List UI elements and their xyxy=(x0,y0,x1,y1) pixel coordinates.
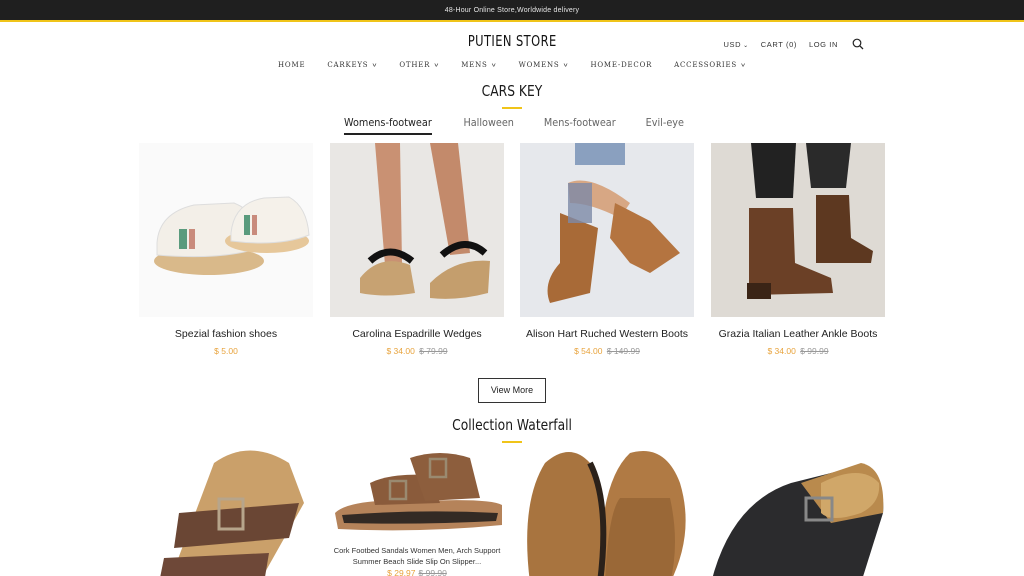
waterfall-item[interactable] xyxy=(520,443,696,576)
header-actions: USD ⌄ CART (0) LOG IN xyxy=(723,38,864,50)
product-card[interactable]: Grazia Italian Leather Ankle Boots $ 34.… xyxy=(711,143,885,360)
product-card[interactable]: Alison Hart Ruched Western Boots $ 54.00… xyxy=(520,143,694,360)
product-name[interactable]: Alison Hart Ruched Western Boots xyxy=(520,325,694,343)
product-price: $ 29.97 $ 99.90 xyxy=(330,568,504,576)
product-price: $ 54.00 $ 149.99 xyxy=(520,342,694,360)
nav-item-home[interactable]: HOME xyxy=(278,61,305,69)
nav-item-other[interactable]: OTHER v xyxy=(399,61,439,69)
nav-item-accessories[interactable]: ACCESSORIES v xyxy=(674,61,746,69)
price-old: $ 79.99 xyxy=(419,346,448,356)
nav-label: ACCESSORIES xyxy=(674,61,737,69)
waterfall-item[interactable] xyxy=(711,443,887,576)
price-current: $ 34.00 xyxy=(386,346,415,356)
view-more-button[interactable]: View More xyxy=(478,378,546,403)
currency-label: USD xyxy=(723,39,742,49)
chevron-down-icon: v xyxy=(372,62,378,68)
chevron-down-icon: v xyxy=(491,62,497,68)
section-title-text: Collection Waterfall xyxy=(452,416,572,434)
nav-item-carkeys[interactable]: CARKEYS v xyxy=(327,61,377,69)
store-name[interactable]: PUTIEN STORE xyxy=(468,32,557,50)
category-tabs: Womens-footwear Halloween Mens-footwear … xyxy=(0,116,1024,135)
chevron-down-icon: v xyxy=(563,62,569,68)
waterfall-item[interactable] xyxy=(139,443,315,576)
price-current: $ 29.97 xyxy=(387,568,416,576)
section-title: CARS KEY xyxy=(0,82,1024,100)
nav-label: WOMENS xyxy=(518,61,560,69)
tab-womens-footwear[interactable]: Womens-footwear xyxy=(343,116,432,135)
product-card[interactable]: Spezial fashion shoes $ 5.00 xyxy=(139,143,313,360)
tab-evil-eye[interactable]: Evil-eye xyxy=(645,116,683,135)
chevron-down-icon: v xyxy=(434,62,440,68)
product-price: $ 5.00 xyxy=(139,342,313,360)
login-link[interactable]: LOG IN xyxy=(809,40,838,49)
price-current: $ 5.00 xyxy=(214,346,238,356)
price-current: $ 34.00 xyxy=(767,346,796,356)
tab-mens-footwear[interactable]: Mens-footwear xyxy=(544,116,616,135)
search-icon[interactable] xyxy=(852,38,864,50)
waterfall-item[interactable] xyxy=(330,443,506,543)
product-name[interactable]: Spezial fashion shoes xyxy=(139,325,313,343)
nav-item-home-decor[interactable]: HOME-DECOR xyxy=(590,61,652,69)
tab-halloween[interactable]: Halloween xyxy=(463,116,513,135)
section-title: Collection Waterfall xyxy=(0,416,1024,434)
product-image[interactable] xyxy=(520,143,694,317)
product-price: $ 34.00 $ 79.99 xyxy=(330,342,504,360)
product-name[interactable]: Carolina Espadrille Wedges xyxy=(330,325,504,343)
currency-selector[interactable]: USD ⌄ xyxy=(723,40,748,49)
store-logo[interactable]: PUTIEN STORE xyxy=(0,32,1024,50)
cart-link[interactable]: CART (0) xyxy=(761,40,797,49)
nav-label: CARKEYS xyxy=(327,61,369,69)
product-image[interactable] xyxy=(330,143,504,317)
product-image[interactable] xyxy=(139,143,313,317)
announcement-bar: 48-Hour Online Store,Worldwide delivery xyxy=(0,0,1024,22)
main-nav: HOME CARKEYS v OTHER v MENS v WOMENS v HOME-… xyxy=(0,61,1024,69)
nav-label: HOME xyxy=(278,61,306,69)
nav-label: OTHER xyxy=(399,61,431,69)
price-old: $ 149.99 xyxy=(606,346,640,356)
section-title-text: CARS KEY xyxy=(481,82,543,100)
chevron-down-icon: v xyxy=(741,62,746,68)
title-underline xyxy=(502,107,522,109)
product-name[interactable]: Grazia Italian Leather Ankle Boots xyxy=(711,325,885,343)
nav-item-womens[interactable]: WOMENS v xyxy=(519,61,569,69)
nav-item-mens[interactable]: MENS v xyxy=(461,61,496,69)
product-image[interactable] xyxy=(711,143,885,317)
product-caption[interactable]: Cork Footbed Sandals Women Men, Arch Sup… xyxy=(330,545,504,567)
product-price: $ 34.00 $ 99.99 xyxy=(711,342,885,360)
nav-label: HOME-DECOR xyxy=(590,61,653,69)
chevron-down-icon: ⌄ xyxy=(743,42,749,49)
price-old: $ 99.90 xyxy=(418,568,447,576)
nav-label: MENS xyxy=(461,61,488,69)
product-card[interactable]: Carolina Espadrille Wedges $ 34.00 $ 79.… xyxy=(330,143,504,360)
price-current: $ 54.00 xyxy=(574,346,603,356)
price-old: $ 99.99 xyxy=(800,346,829,356)
